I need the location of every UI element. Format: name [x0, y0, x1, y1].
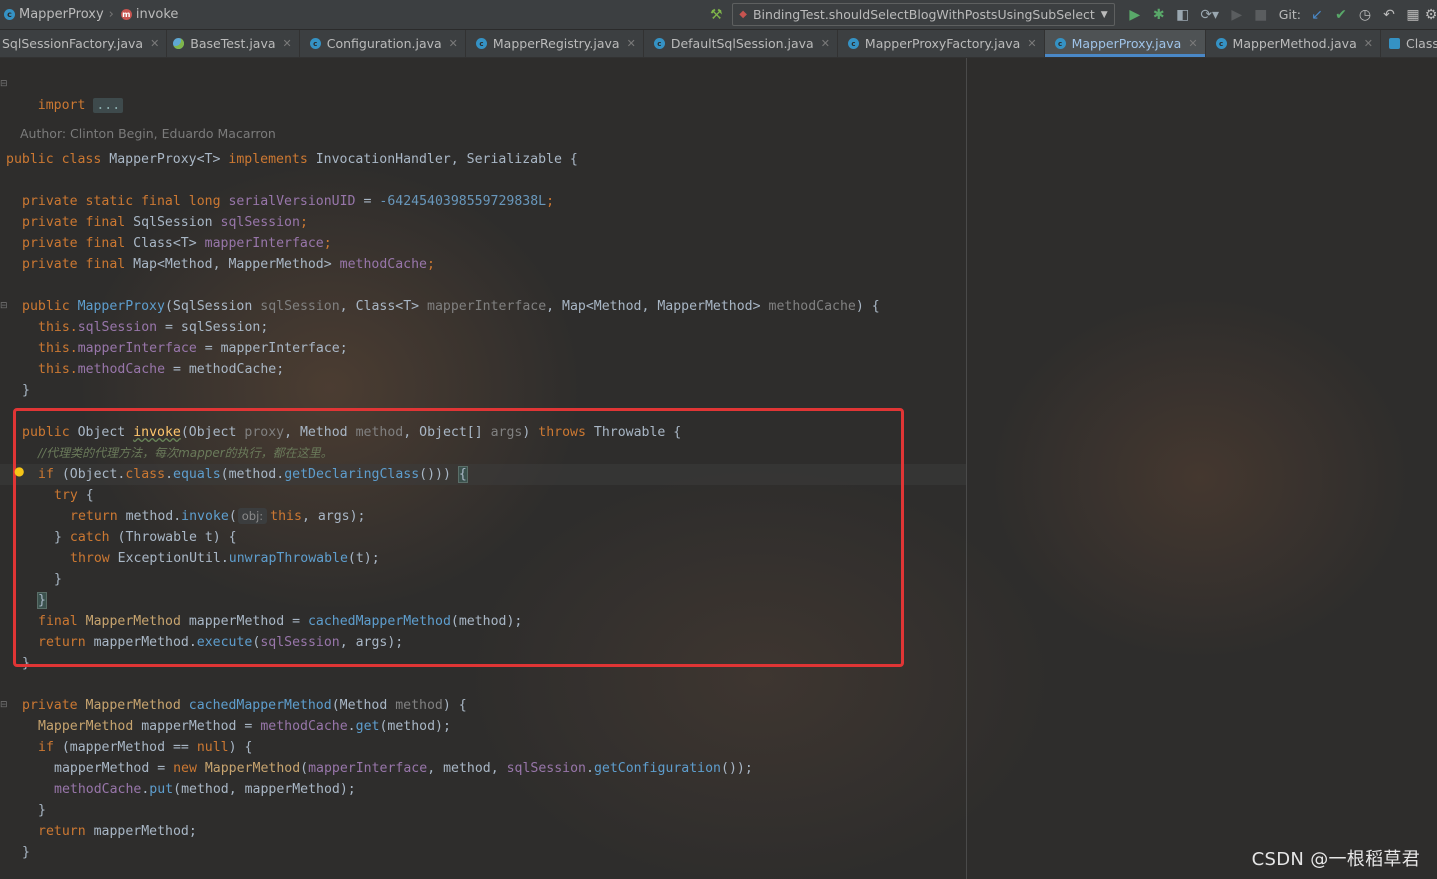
class-icon: c [1215, 38, 1227, 49]
test-config-icon: ◆ [739, 9, 747, 20]
tab-label: SqlSessionFactory.java [2, 36, 144, 51]
close-icon[interactable]: ✕ [821, 37, 830, 50]
code-line-class-decl[interactable]: public class MapperProxy<T> implements I… [6, 149, 578, 170]
code-line-import[interactable]: import ... [6, 74, 124, 113]
tab-mapperproxy[interactable]: c MapperProxy.java ✕ [1044, 30, 1206, 57]
tab-defaultsqlsession[interactable]: c DefaultSqlSession.java ✕ [644, 30, 838, 57]
code-line-cached-return[interactable]: return mapperMethod; [38, 821, 197, 842]
tab-label: MapperRegistry.java [492, 36, 620, 51]
right-margin-guide [966, 58, 967, 879]
close-icon[interactable]: ✕ [627, 37, 636, 50]
class-icon: c [4, 9, 15, 20]
code-line-cached-close[interactable]: } [22, 842, 30, 863]
git-commit-icon[interactable]: ✔ [1329, 3, 1353, 27]
class-icon: c [847, 38, 859, 49]
code-line-ctor-assign-1[interactable]: this.sqlSession = sqlSession; [38, 317, 268, 338]
close-icon[interactable]: ✕ [1188, 37, 1197, 50]
folded-imports[interactable]: ... [93, 98, 124, 113]
debug-icon[interactable]: ✱ [1147, 3, 1171, 27]
watermark: CSDN @一根稻草君 [1251, 849, 1420, 870]
run-configuration-label: BindingTest.shouldSelectBlogWithPostsUsi… [752, 7, 1095, 22]
close-icon[interactable]: ✕ [449, 37, 458, 50]
tab-mapperregistry[interactable]: c MapperRegistry.java ✕ [466, 30, 644, 57]
code-line-field-mapperinterface[interactable]: private final Class<T> mapperInterface; [22, 233, 332, 254]
close-icon[interactable]: ✕ [283, 37, 292, 50]
tab-label: MapperProxy.java [1071, 36, 1182, 51]
code-line-field-methodcache[interactable]: private final Map<Method, MapperMethod> … [22, 254, 435, 275]
tab-label: DefaultSqlSession.java [670, 36, 814, 51]
code-line-cached-decl[interactable]: private MapperMethod cachedMapperMethod(… [22, 695, 467, 716]
fold-marker-icon[interactable]: ⊟ [0, 695, 8, 716]
breadcrumb-method[interactable]: m invoke [117, 0, 181, 29]
fold-marker-icon[interactable]: ⊟ [0, 74, 8, 95]
code-editor[interactable]: import ... ⊟ Author: Clinton Begin, Edua… [0, 58, 1437, 879]
tab-label: BaseTest.java [190, 36, 276, 51]
breadcrumb-method-label: invoke [135, 7, 179, 22]
main-toolbar: ⚒ ◆ BindingTest.shouldSelectBlogWithPost… [704, 0, 1437, 29]
code-line-constructor[interactable]: public MapperProxy(SqlSession sqlSession… [22, 296, 880, 317]
git-rollback-icon[interactable]: ↶ [1377, 3, 1401, 27]
code-line-field-sqlsession[interactable]: private final SqlSession sqlSession; [22, 212, 308, 233]
code-line-ctor-close[interactable]: } [22, 380, 30, 401]
breadcrumb-class-label: MapperProxy [19, 7, 104, 22]
navigation-bar: c MapperProxy › m invoke ⚒ ◆ BindingTest… [0, 0, 1437, 30]
javadoc-author: Author: Clinton Begin, Eduardo Macarron [20, 126, 276, 141]
code-line-ctor-assign-2[interactable]: this.mapperInterface = mapperInterface; [38, 338, 348, 359]
git-history-icon[interactable]: ◷ [1353, 3, 1377, 27]
class-file-icon [1388, 38, 1400, 49]
run-icon[interactable]: ▶ [1123, 3, 1147, 27]
tab-configuration[interactable]: c Configuration.java ✕ [300, 30, 466, 57]
code-line-ctor-assign-3[interactable]: this.methodCache = methodCache; [38, 359, 284, 380]
tab-basetest[interactable]: BaseTest.java ✕ [167, 30, 300, 57]
profile-icon[interactable]: ⟳▾ [1195, 3, 1225, 27]
class-icon: c [309, 38, 321, 49]
lightbulb-icon[interactable]: ● [14, 464, 24, 478]
tab-class[interactable]: Class.java ✕ [1381, 30, 1437, 57]
tab-label: MapperMethod.java [1232, 36, 1357, 51]
annotation-highlight-box [13, 408, 904, 667]
coverage-icon[interactable]: ◧ [1171, 3, 1195, 27]
close-icon[interactable]: ✕ [1364, 37, 1373, 50]
class-icon: c [475, 38, 487, 49]
project-structure-icon[interactable]: ▦ [1401, 3, 1425, 27]
code-line-cached-if-close[interactable]: } [38, 800, 46, 821]
close-icon[interactable]: ✕ [1027, 37, 1036, 50]
settings-icon[interactable]: ⚙ [1425, 3, 1437, 27]
breadcrumb-separator-icon: › [108, 7, 114, 22]
breadcrumb-class[interactable]: c MapperProxy [0, 0, 106, 29]
tab-label: Configuration.java [326, 36, 442, 51]
tab-sqlsessionfactory[interactable]: SqlSessionFactory.java ✕ [0, 30, 168, 57]
class-icon: c [653, 38, 665, 49]
close-icon[interactable]: ✕ [150, 37, 159, 50]
code-line-cached-put[interactable]: methodCache.put(method, mapperMethod); [54, 779, 356, 800]
build-hammer-icon[interactable]: ⚒ [704, 3, 728, 27]
test-class-icon [173, 38, 185, 49]
code-line-cached-if[interactable]: if (mapperMethod == null) { [38, 737, 252, 758]
code-line-field-serial[interactable]: private static final long serialVersionU… [22, 191, 554, 212]
editor-tab-bar: SqlSessionFactory.java ✕ BaseTest.java ✕… [0, 30, 1437, 58]
fold-marker-icon[interactable]: ⊟ [0, 296, 8, 317]
tab-mappermethod[interactable]: c MapperMethod.java ✕ [1206, 30, 1381, 57]
tab-label: MapperProxyFactory.java [864, 36, 1021, 51]
code-line-cached-get[interactable]: MapperMethod mapperMethod = methodCache.… [38, 716, 451, 737]
git-label: Git: [1278, 7, 1301, 22]
stop-icon[interactable]: ■ [1249, 3, 1273, 27]
chevron-down-icon: ▼ [1100, 9, 1108, 20]
resume-icon[interactable]: ▶ [1225, 3, 1249, 27]
tab-label: Class.java [1405, 36, 1437, 51]
class-icon: c [1054, 38, 1066, 49]
code-line-cached-new[interactable]: mapperMethod = new MapperMethod(mapperIn… [54, 758, 753, 779]
tab-mapperproxyfactory[interactable]: c MapperProxyFactory.java ✕ [838, 30, 1045, 57]
method-icon: m [120, 9, 132, 20]
git-update-icon[interactable]: ↙ [1305, 3, 1329, 27]
run-configuration-select[interactable]: ◆ BindingTest.shouldSelectBlogWithPostsU… [732, 3, 1115, 26]
